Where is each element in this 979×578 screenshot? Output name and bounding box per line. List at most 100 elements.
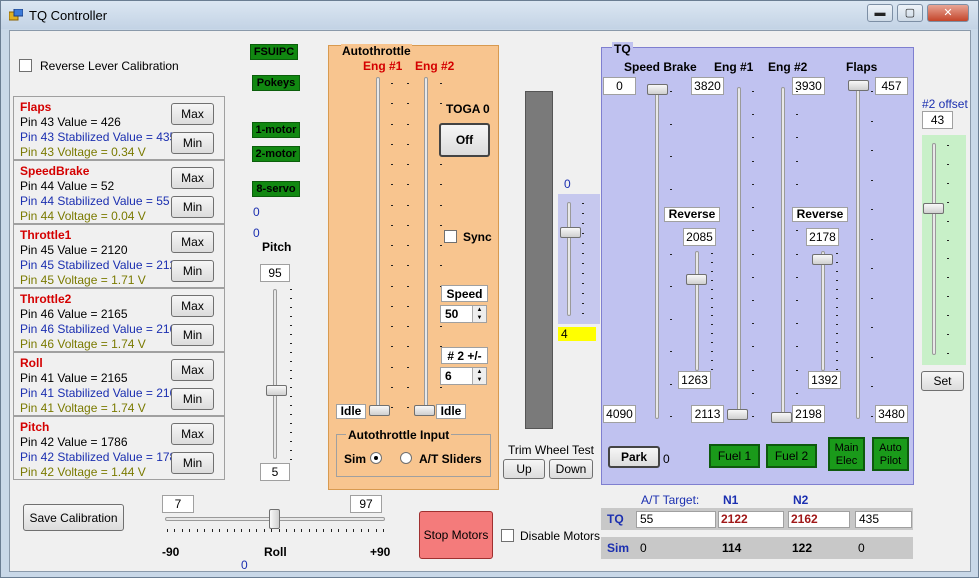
tick-mark: [440, 204, 442, 206]
tick-mark: [711, 360, 713, 362]
fuel2-button[interactable]: Fuel 2: [766, 444, 817, 468]
pin-stabilized-value: Pin 41 Stabilized Value = 2162: [20, 386, 183, 400]
tick-mark: [263, 529, 265, 532]
tick-mark: [391, 346, 393, 348]
calibration-panel: Throttle2 Pin 46 Value = 2165 Pin 46 Stabi…: [13, 288, 225, 352]
main-elec-button[interactable]: Main Elec: [828, 437, 865, 471]
max-button[interactable]: Max: [171, 103, 214, 125]
at-eng2-thumb[interactable]: [414, 405, 435, 416]
tq-panel: [601, 47, 914, 485]
e1-slider-thumb[interactable]: [727, 409, 748, 420]
offset-spinner[interactable]: 6 ▲ ▼: [440, 367, 487, 385]
max-button[interactable]: Max: [171, 231, 214, 253]
toga-value: 0: [483, 102, 490, 116]
disable-motors-checkbox[interactable]: [501, 529, 514, 542]
trim-up-button[interactable]: Up: [503, 459, 545, 479]
roll-slider-thumb[interactable]: [269, 509, 280, 529]
sync-checkbox[interactable]: [444, 230, 457, 243]
auto-pilot-button[interactable]: Auto Pilot: [872, 437, 909, 471]
tick-mark: [391, 83, 393, 84]
flaps-slider-track[interactable]: [856, 87, 860, 419]
at-eng2-track[interactable]: [424, 77, 428, 407]
park-button[interactable]: Park: [608, 446, 660, 468]
fuel1-button[interactable]: Fuel 1: [709, 444, 760, 468]
e2-slider-track[interactable]: [781, 87, 785, 419]
tick-mark: [407, 184, 409, 186]
max-button[interactable]: Max: [171, 359, 214, 381]
tick-mark: [947, 239, 949, 241]
sim-radio[interactable]: [370, 452, 382, 464]
rev2-slider-thumb[interactable]: [812, 254, 833, 265]
offset-up-icon[interactable]: ▲: [472, 368, 486, 376]
at-eng1-track[interactable]: [376, 77, 380, 407]
min-button[interactable]: Min: [171, 324, 214, 346]
calibration-name: Roll: [20, 356, 43, 370]
min-button[interactable]: Min: [171, 196, 214, 218]
save-calibration-button[interactable]: Save Calibration: [23, 504, 124, 531]
e1-slider-track[interactable]: [737, 87, 741, 419]
min-button[interactable]: Min: [171, 452, 214, 474]
e2-top-value: 3930: [792, 77, 825, 95]
calibration-name: Throttle2: [20, 292, 72, 306]
tick-mark: [836, 253, 838, 254]
tick-mark: [391, 265, 393, 267]
tick-mark: [290, 414, 292, 416]
tick-mark: [226, 529, 228, 532]
tick-mark: [711, 297, 713, 299]
max-button[interactable]: Max: [171, 295, 214, 317]
tick-mark: [836, 270, 838, 272]
trim-slider-track[interactable]: [567, 202, 571, 316]
speed-up-icon[interactable]: ▲: [472, 306, 486, 314]
roll-left-value: 7: [162, 495, 194, 513]
speed-spinner[interactable]: 50 ▲ ▼: [440, 305, 487, 323]
tick-mark: [836, 261, 838, 263]
tick-mark: [293, 529, 295, 532]
rev1-slider-track[interactable]: [695, 251, 699, 371]
tick-mark: [711, 253, 713, 254]
close-icon[interactable]: ✕: [927, 4, 969, 22]
minimize-icon[interactable]: ▬: [867, 4, 893, 22]
rev1-slider-thumb[interactable]: [686, 274, 707, 285]
min-button[interactable]: Min: [171, 132, 214, 154]
offset2-slider-thumb[interactable]: [923, 203, 944, 214]
tick-mark: [670, 253, 672, 255]
tick-mark: [407, 83, 409, 84]
client-area: Reverse Lever Calibration Flaps Pin 43 Va…: [9, 30, 971, 572]
offset2-set-button[interactable]: Set: [921, 371, 964, 391]
flaps-slider-thumb[interactable]: [848, 80, 869, 91]
autothrottle-title: Autothrottle: [341, 44, 412, 58]
pitch-slider-thumb[interactable]: [266, 385, 287, 396]
tick-mark: [234, 529, 236, 532]
trim-down-button[interactable]: Down: [549, 459, 593, 479]
pin-value: Pin 45 Value = 2120: [20, 243, 128, 257]
at-eng1-thumb[interactable]: [369, 405, 390, 416]
speed-label: Speed: [441, 285, 488, 302]
maximize-icon[interactable]: ▢: [897, 4, 923, 22]
min-button[interactable]: Min: [171, 388, 214, 410]
max-button[interactable]: Max: [171, 423, 214, 445]
speed-down-icon[interactable]: ▼: [472, 314, 486, 322]
offset2-slider-track[interactable]: [932, 143, 936, 355]
tick-mark: [752, 91, 754, 92]
tick-mark: [871, 386, 873, 388]
sb-slider-track[interactable]: [655, 87, 659, 419]
title-bar[interactable]: TQ Controller ▬ ▢ ✕: [1, 1, 978, 29]
tick-mark: [752, 323, 754, 325]
tick-mark: [391, 103, 393, 105]
tick-mark: [947, 220, 949, 222]
rev2-slider-track[interactable]: [821, 251, 825, 371]
min-button[interactable]: Min: [171, 260, 214, 282]
e2-slider-thumb[interactable]: [771, 412, 792, 423]
stop-motors-button[interactable]: Stop Motors: [419, 511, 493, 559]
reverse-lever-checkbox[interactable]: [19, 59, 32, 72]
tick-mark: [871, 416, 873, 417]
at-sliders-radio[interactable]: [400, 452, 412, 464]
trim-slider-thumb[interactable]: [560, 227, 581, 238]
max-button[interactable]: Max: [171, 167, 214, 189]
tick-mark: [407, 326, 409, 327]
tick-mark: [582, 203, 584, 204]
toga-off-button[interactable]: Off: [439, 123, 490, 157]
pitch-slider-track[interactable]: [273, 289, 277, 459]
sb-slider-thumb[interactable]: [647, 84, 668, 95]
offset-down-icon[interactable]: ▼: [472, 376, 486, 384]
